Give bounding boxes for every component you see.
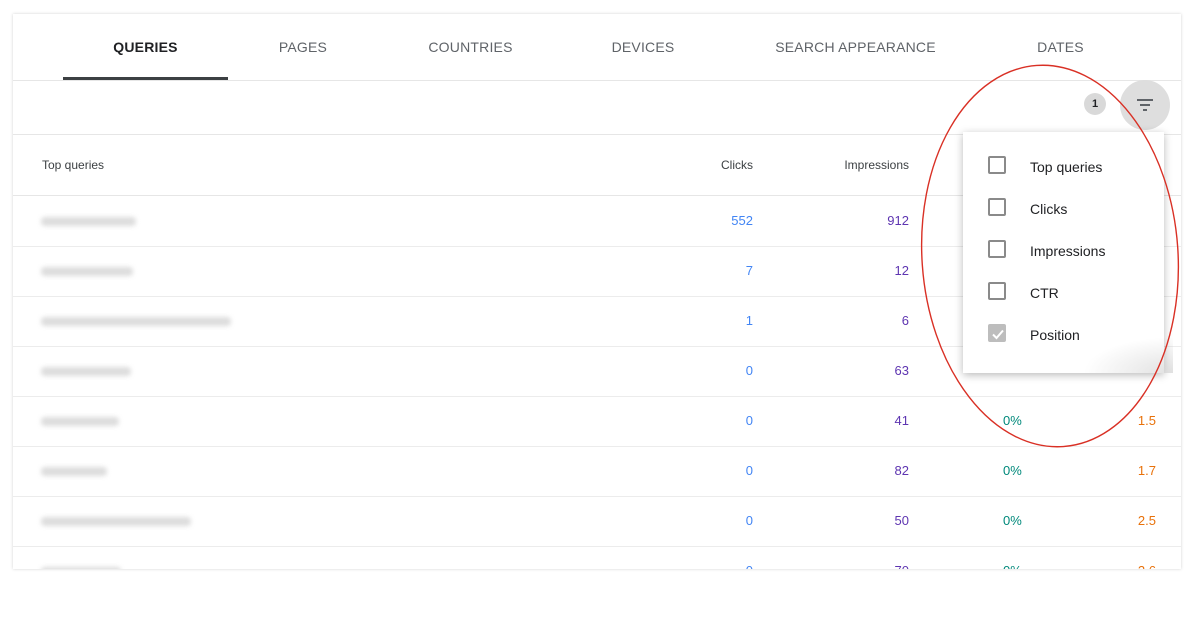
ctr-value: 0% bbox=[1003, 413, 1022, 428]
clicks-checkbox[interactable] bbox=[988, 198, 1006, 216]
filter-count-badge: 1 bbox=[1084, 93, 1106, 115]
clicks-value: 552 bbox=[731, 213, 753, 228]
impressions-checkbox[interactable] bbox=[988, 240, 1006, 258]
impressions-value: 41 bbox=[894, 413, 909, 428]
position-checkbox[interactable] bbox=[988, 324, 1006, 342]
table-row[interactable]: 0 50 0% 2.5 bbox=[13, 496, 1181, 547]
menu-item-label: CTR bbox=[1030, 285, 1059, 301]
query-text-redacted bbox=[41, 567, 121, 569]
position-value: 2.5 bbox=[1137, 513, 1156, 528]
impressions-value: 50 bbox=[894, 513, 909, 528]
menu-item-top-queries[interactable]: Top queries bbox=[963, 146, 1164, 188]
menu-item-label: Top queries bbox=[1030, 159, 1103, 175]
position-value: 2.6 bbox=[1058, 546, 1156, 569]
menu-item-label: Position bbox=[1030, 327, 1080, 343]
top-queries-checkbox[interactable] bbox=[988, 156, 1006, 174]
query-text-redacted bbox=[41, 517, 191, 526]
filter-list-icon bbox=[1137, 99, 1153, 111]
tab-dates[interactable]: DATES bbox=[1013, 14, 1108, 80]
table-toolbar bbox=[13, 80, 1181, 135]
query-text-redacted bbox=[41, 467, 107, 476]
ctr-value: 0% bbox=[1003, 546, 1022, 569]
column-header-impressions[interactable]: Impressions bbox=[809, 135, 909, 195]
clicks-value: 0 bbox=[745, 513, 753, 528]
impressions-value: 12 bbox=[894, 263, 909, 278]
impressions-value: 912 bbox=[887, 213, 909, 228]
impressions-value: 6 bbox=[901, 313, 909, 328]
clicks-value: 1 bbox=[745, 313, 753, 328]
clicks-value: 0 bbox=[745, 363, 753, 378]
query-text-redacted bbox=[41, 367, 131, 376]
menu-item-clicks[interactable]: Clicks bbox=[963, 188, 1164, 230]
menu-item-ctr[interactable]: CTR bbox=[963, 272, 1164, 314]
clicks-value: 0 bbox=[745, 463, 753, 478]
tab-pages[interactable]: PAGES bbox=[253, 14, 353, 80]
tab-devices[interactable]: DEVICES bbox=[588, 14, 698, 80]
filter-button[interactable] bbox=[1120, 80, 1170, 130]
position-value: 1.7 bbox=[1137, 463, 1156, 478]
impressions-value: 70 bbox=[809, 546, 909, 569]
table-row[interactable]: 0 82 0% 1.7 bbox=[13, 446, 1181, 497]
table-row[interactable]: 0 41 0% 1.5 bbox=[13, 396, 1181, 447]
impressions-value: 82 bbox=[894, 463, 909, 478]
clicks-value: 7 bbox=[745, 263, 753, 278]
menu-item-impressions[interactable]: Impressions bbox=[963, 230, 1164, 272]
column-header-query[interactable]: Top queries bbox=[42, 135, 104, 195]
report-tabs: QUERIES PAGES COUNTRIES DEVICES SEARCH A… bbox=[13, 14, 1181, 81]
ctr-value: 0% bbox=[1003, 513, 1022, 528]
tab-search-appearance[interactable]: SEARCH APPEARANCE bbox=[763, 14, 948, 80]
ctr-checkbox[interactable] bbox=[988, 282, 1006, 300]
position-value: 1.5 bbox=[1137, 413, 1156, 428]
query-text-redacted bbox=[41, 267, 133, 276]
clicks-value: 0 bbox=[745, 413, 753, 428]
query-text-redacted bbox=[41, 317, 231, 326]
table-row[interactable]: 0 70 0% 2.6 bbox=[13, 546, 1181, 569]
menu-item-position[interactable]: Position bbox=[963, 314, 1164, 356]
check-icon bbox=[992, 329, 1004, 340]
impressions-value: 63 bbox=[894, 363, 909, 378]
tab-queries[interactable]: QUERIES bbox=[63, 14, 228, 80]
menu-item-label: Clicks bbox=[1030, 201, 1068, 217]
column-filter-menu: Top queries Clicks Impressions CTR Posit… bbox=[963, 132, 1173, 373]
ctr-value: 0% bbox=[1003, 463, 1022, 478]
clicks-value: 0 bbox=[653, 546, 753, 569]
query-text-redacted bbox=[41, 217, 136, 226]
tab-countries[interactable]: COUNTRIES bbox=[408, 14, 533, 80]
column-header-clicks[interactable]: Clicks bbox=[653, 135, 753, 195]
performance-card: QUERIES PAGES COUNTRIES DEVICES SEARCH A… bbox=[13, 14, 1181, 569]
menu-item-label: Impressions bbox=[1030, 243, 1106, 259]
query-text-redacted bbox=[41, 417, 119, 426]
